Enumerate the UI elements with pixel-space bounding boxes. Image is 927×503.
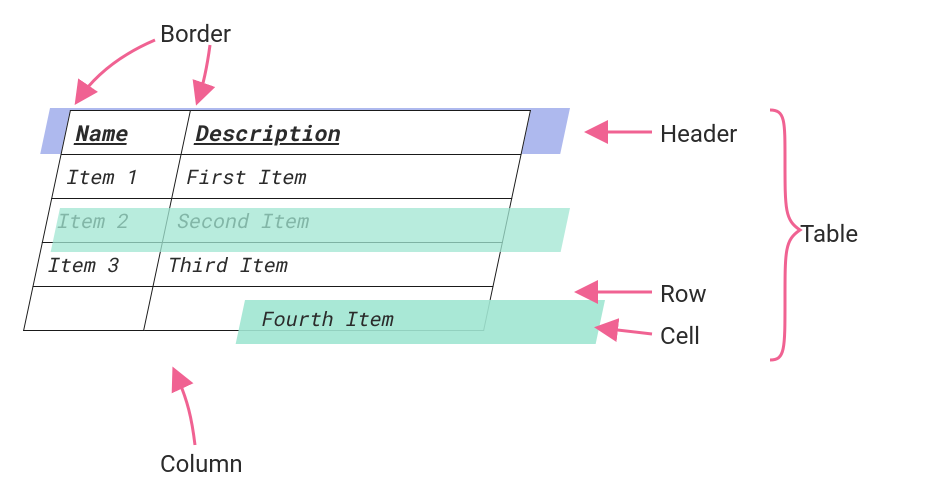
anatomy-table-wrap: Name Description Item 1 First Item Item …	[23, 110, 531, 331]
cell-name: Item 1	[52, 155, 181, 199]
arrow-column	[175, 372, 195, 445]
label-row: Row	[660, 280, 707, 308]
label-header: Header	[660, 120, 737, 148]
cell-description: Third Item	[153, 243, 502, 287]
header-cell-description: Description	[181, 111, 530, 155]
label-border: Border	[160, 20, 231, 48]
cell-name: Item 3	[33, 243, 162, 287]
label-column: Column	[160, 450, 243, 478]
header-cell-name: Name	[61, 111, 190, 155]
brace-table	[770, 110, 800, 360]
table-row: Item 2 Second Item	[42, 199, 511, 243]
table-row: Item 3 Third Item	[33, 243, 502, 287]
table-row: Item 1 First Item	[52, 155, 521, 199]
cell-description: Second Item	[162, 199, 511, 243]
anatomy-table: Name Description Item 1 First Item Item …	[23, 110, 531, 331]
cell-name	[24, 287, 153, 331]
table-header-row: Name Description	[61, 111, 530, 155]
table-row	[24, 287, 493, 331]
arrow-cell	[600, 328, 652, 334]
arrow-border-to-corner	[78, 40, 155, 100]
label-cell: Cell	[660, 322, 700, 350]
cell-description: First Item	[172, 155, 521, 199]
label-table: Table	[800, 220, 858, 248]
cell-name: Item 2	[42, 199, 171, 243]
arrow-border-to-divider	[198, 45, 210, 100]
floating-cell-text: Fourth Item	[259, 306, 397, 332]
